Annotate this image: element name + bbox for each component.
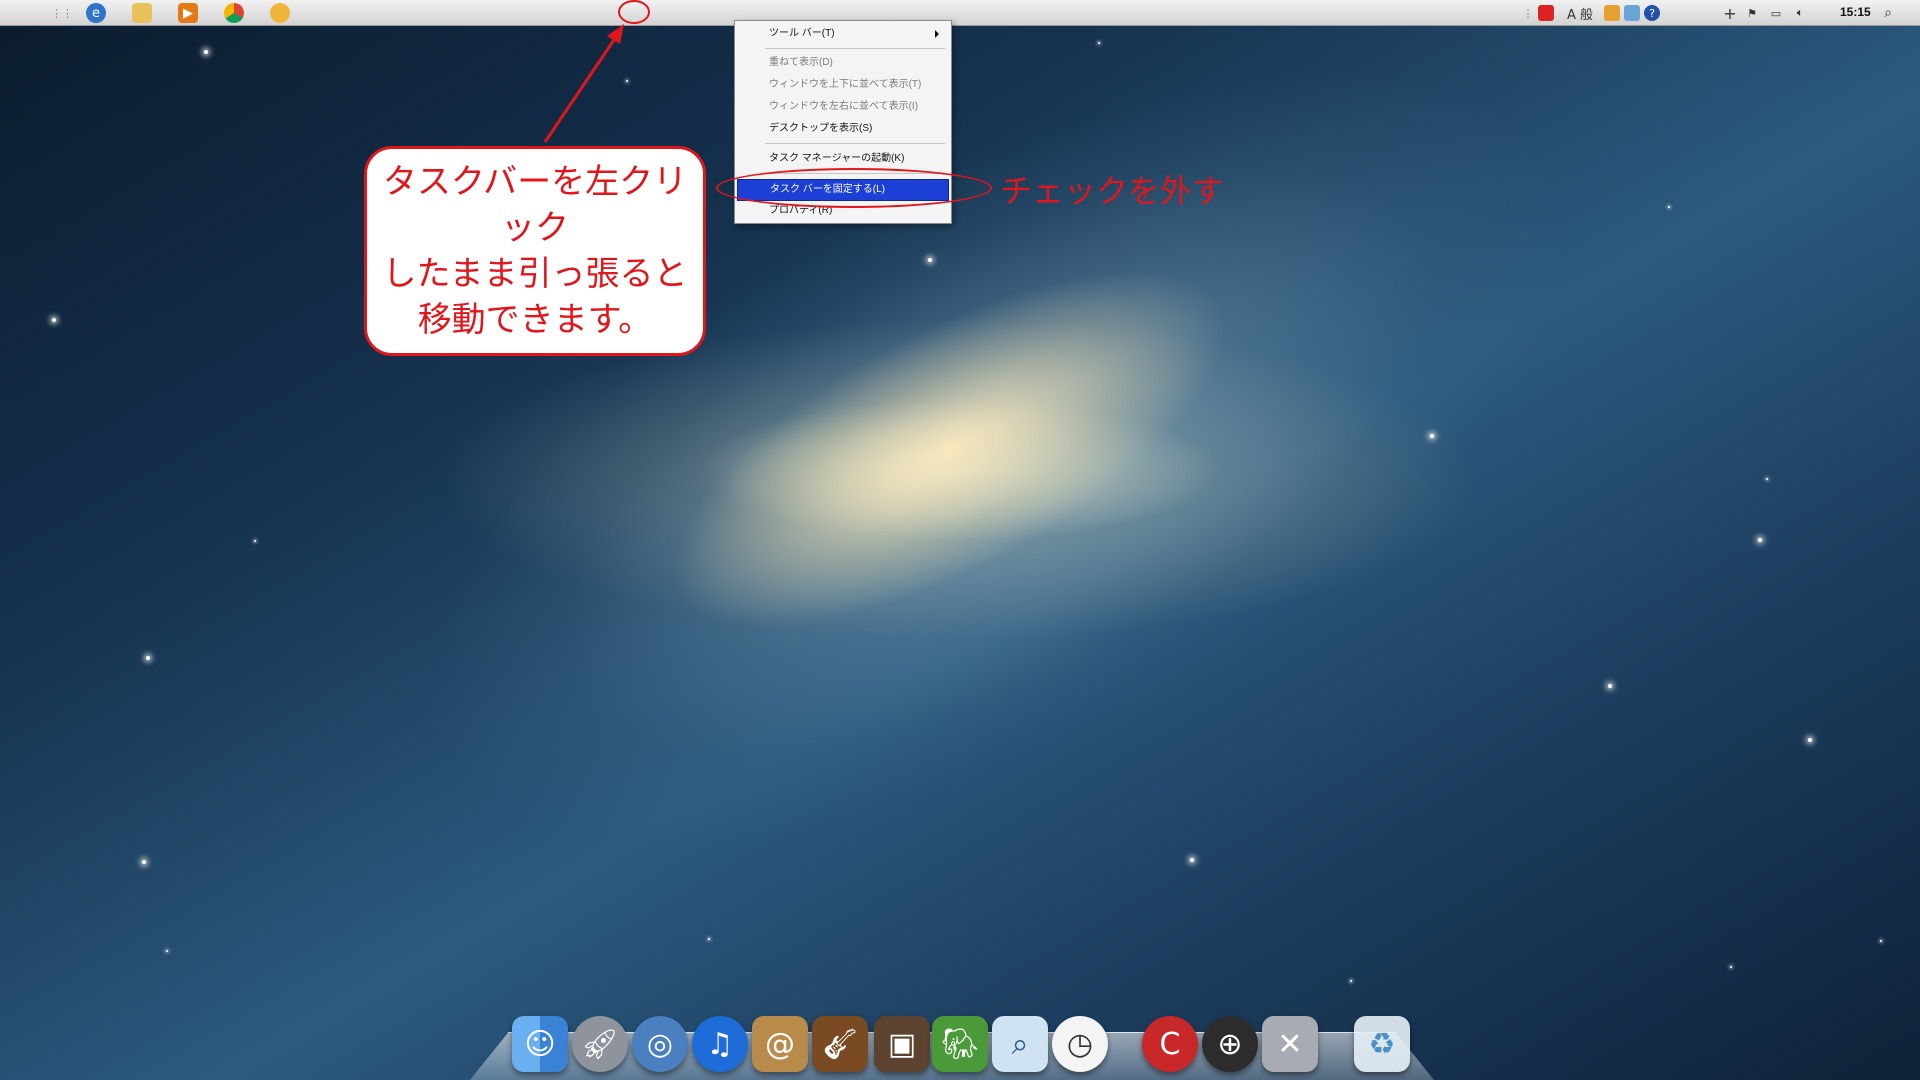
apple-icon[interactable] xyxy=(16,3,36,23)
finder-icon[interactable]: ☺ xyxy=(512,1016,568,1072)
star xyxy=(204,50,208,54)
star xyxy=(1608,684,1612,688)
menu-item-label: タスク マネージャーの起動(K) xyxy=(769,153,905,164)
network-icon[interactable]: ▭ xyxy=(1768,5,1784,21)
menu-item-task-manager[interactable]: タスク マネージャーの起動(K) xyxy=(737,149,949,169)
star xyxy=(1430,434,1434,438)
tray-app-icon[interactable] xyxy=(1624,5,1640,21)
garageband-icon[interactable]: 🎸︎ xyxy=(812,1016,868,1072)
menu-item-label: ウィンドウを左右に並べて表示(I) xyxy=(769,101,919,112)
star xyxy=(1190,858,1194,862)
star xyxy=(52,318,56,322)
star xyxy=(1758,538,1762,542)
star xyxy=(1098,42,1100,44)
explorer-folder-icon[interactable] xyxy=(132,3,152,23)
star xyxy=(1730,966,1732,968)
star xyxy=(928,258,932,262)
launchpad-icon[interactable]: 🚀︎ xyxy=(572,1016,628,1072)
tray-app-icon[interactable] xyxy=(1604,5,1620,21)
uncheck-annotation: チェックを外す xyxy=(1000,172,1225,210)
annotation-arrow xyxy=(543,24,624,143)
menu-separator xyxy=(765,143,945,144)
grip-icon: ⋮ xyxy=(1522,6,1534,20)
uncheck-highlight-ring xyxy=(716,168,992,208)
safari-icon[interactable]: ◎ xyxy=(632,1016,688,1072)
search-icon[interactable]: ⌕ xyxy=(1880,5,1896,21)
star xyxy=(1766,478,1768,480)
paint-icon[interactable] xyxy=(270,3,290,23)
acrobat-icon[interactable] xyxy=(1538,5,1554,21)
grip-icon[interactable]: ⋮⋮ xyxy=(51,3,73,23)
star xyxy=(142,860,146,864)
star xyxy=(254,540,256,542)
instruction-callout: タスクバーを左クリック したまま引っ張ると 移動できます。 xyxy=(364,146,706,356)
star xyxy=(708,938,710,940)
trash-icon[interactable]: ♻︎ xyxy=(1354,1016,1410,1072)
star xyxy=(1880,940,1882,942)
iphoto-icon[interactable]: ▣ xyxy=(874,1016,930,1072)
star xyxy=(1808,738,1812,742)
drag-target-circle xyxy=(618,0,650,24)
clock-icon[interactable]: ◷ xyxy=(1052,1016,1108,1072)
clock[interactable]: 15:15 xyxy=(1840,5,1871,19)
chrome-icon[interactable] xyxy=(224,3,244,23)
submenu-arrow-icon xyxy=(935,30,939,38)
menu-item-label: 重ねて表示(D) xyxy=(769,57,833,68)
menu-item-cascade: 重ねて表示(D) xyxy=(737,53,949,73)
menu-item-side-by-side: ウィンドウを左右に並べて表示(I) xyxy=(737,97,949,117)
galaxy-wallpaper-core xyxy=(619,198,1281,702)
preview-icon[interactable]: ⌕ xyxy=(992,1016,1048,1072)
menu-item-label: ウィンドウを上下に並べて表示(T) xyxy=(769,79,922,90)
itunes-icon[interactable]: ♫ xyxy=(692,1016,748,1072)
menu-bar[interactable]: ⋮⋮ e ▶ ⋮ A 般 ? + ⚑ ▭ 🔈︎ 15:15 ⌕ xyxy=(0,0,1920,26)
star xyxy=(166,950,168,952)
address-book-icon[interactable]: @ xyxy=(752,1016,808,1072)
menu-separator xyxy=(765,48,945,49)
menu-item-toolbar[interactable]: ツール バー(T) xyxy=(737,24,949,44)
utilities-icon[interactable]: ✕ xyxy=(1262,1016,1318,1072)
menu-item-label: デスクトップを表示(S) xyxy=(769,123,873,134)
menu-item-label: ツール バー(T) xyxy=(769,28,835,39)
star xyxy=(1668,206,1670,208)
ccleaner-icon[interactable]: C xyxy=(1142,1016,1198,1072)
evernote-icon[interactable]: 🐘︎ xyxy=(932,1016,988,1072)
menu-item-stack: ウィンドウを上下に並べて表示(T) xyxy=(737,75,949,95)
flag-icon[interactable]: ⚑ xyxy=(1744,5,1760,21)
dashboard-icon[interactable]: ⊕ xyxy=(1202,1016,1258,1072)
volume-icon[interactable]: 🔈︎ xyxy=(1792,5,1808,21)
menu-item-show-desktop[interactable]: デスクトップを表示(S) xyxy=(737,119,949,139)
help-icon[interactable]: ? xyxy=(1644,5,1660,21)
star xyxy=(1350,980,1352,982)
media-player-icon[interactable]: ▶ xyxy=(178,3,198,23)
star xyxy=(626,80,628,82)
internet-explorer-icon[interactable]: e xyxy=(86,3,106,23)
plus-icon[interactable]: + xyxy=(1722,4,1738,23)
star xyxy=(146,656,150,660)
ime-icon[interactable]: A 般 xyxy=(1560,5,1600,23)
